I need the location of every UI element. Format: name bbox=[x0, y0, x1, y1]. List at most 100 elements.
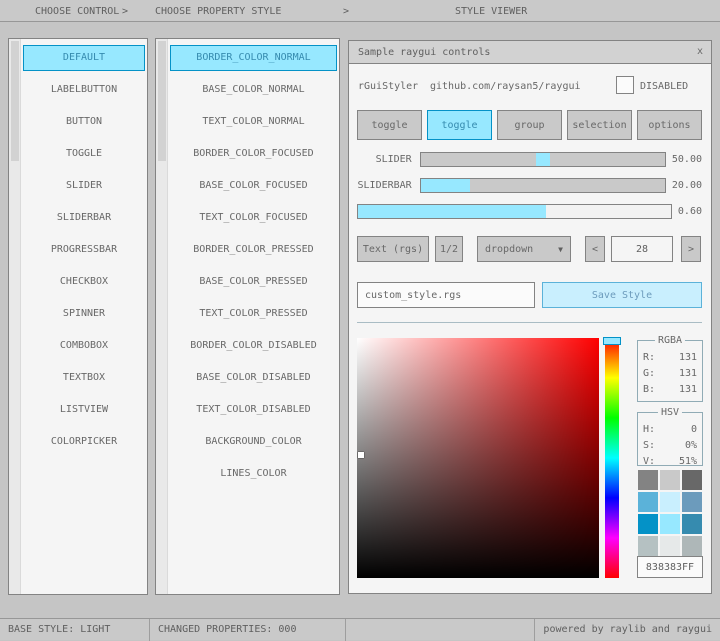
hue-handle[interactable] bbox=[603, 337, 621, 345]
sliderbar-track[interactable] bbox=[420, 178, 666, 193]
slider-track[interactable] bbox=[420, 152, 666, 167]
swatch-border-focused[interactable] bbox=[638, 492, 658, 512]
toggle-button-5[interactable]: options bbox=[637, 110, 702, 140]
sliderbar-value: 20.00 bbox=[672, 180, 702, 191]
swatch-border-pressed[interactable] bbox=[638, 514, 658, 534]
swatch-text-focused[interactable] bbox=[682, 492, 702, 512]
list-item-toggle[interactable]: TOGGLE bbox=[23, 141, 145, 167]
swatch-text-normal[interactable] bbox=[682, 470, 702, 490]
repo-link[interactable]: github.com/raysan5/raygui bbox=[430, 81, 581, 92]
rgba-groupbox: RGBA R: 131 G: 131 B: 131 bbox=[637, 340, 703, 402]
list-item-text-color-pressed[interactable]: TEXT_COLOR_PRESSED bbox=[170, 301, 337, 327]
list-item-progressbar[interactable]: PROGRESSBAR bbox=[23, 237, 145, 263]
h-label: H: bbox=[643, 422, 655, 438]
status-changed-properties: CHANGED PROPERTIES: 000 bbox=[150, 619, 346, 641]
disabled-checkbox[interactable] bbox=[616, 76, 634, 94]
status-powered-by: powered by raylib and raygui bbox=[534, 619, 720, 641]
swatch-border-disabled[interactable] bbox=[638, 536, 658, 556]
window-content: rGuiStyler github.com/raysan5/raygui DIS… bbox=[349, 64, 711, 593]
slider-row: SLIDER 50.00 bbox=[357, 152, 702, 167]
hex-color-value-box[interactable]: 838383FF bbox=[637, 556, 703, 578]
spinner-decrement-button[interactable]: < bbox=[585, 236, 605, 262]
style-viewer-window: Sample raygui controls x rGuiStyler gith… bbox=[348, 40, 712, 594]
list-item-base-color-pressed[interactable]: BASE_COLOR_PRESSED bbox=[170, 269, 337, 295]
swatch-base-focused[interactable] bbox=[660, 492, 680, 512]
s-value: 0% bbox=[685, 438, 697, 454]
window-titlebar[interactable]: Sample raygui controls x bbox=[349, 41, 711, 64]
toggle-button-4[interactable]: selection bbox=[567, 110, 632, 140]
swatch-base-pressed[interactable] bbox=[660, 514, 680, 534]
hue-bar[interactable] bbox=[605, 338, 619, 578]
list-item-default[interactable]: DEFAULT bbox=[23, 45, 145, 71]
breadcrumb-choose-control: CHOOSE CONTROL bbox=[35, 6, 119, 17]
list-item-border-color-pressed[interactable]: BORDER_COLOR_PRESSED bbox=[170, 237, 337, 263]
scrollbar-thumb[interactable] bbox=[11, 41, 19, 161]
list-item-combobox[interactable]: COMBOBOX bbox=[23, 333, 145, 359]
list-item-slider[interactable]: SLIDER bbox=[23, 173, 145, 199]
progressbar-value: 0.60 bbox=[678, 206, 702, 217]
h-value: 0 bbox=[691, 422, 697, 438]
list-item-border-color-normal[interactable]: BORDER_COLOR_NORMAL bbox=[170, 45, 337, 71]
list-item-border-color-disabled[interactable]: BORDER_COLOR_DISABLED bbox=[170, 333, 337, 359]
toggle-button-1[interactable]: toggle bbox=[357, 110, 422, 140]
v-value: 51% bbox=[679, 454, 697, 470]
swatch-text-disabled[interactable] bbox=[682, 536, 702, 556]
hsv-row-h: H: 0 bbox=[643, 422, 697, 438]
slider-label: SLIDER bbox=[357, 154, 420, 165]
toggle-button-3[interactable]: group bbox=[497, 110, 562, 140]
toggle-button-2[interactable]: toggle bbox=[427, 110, 492, 140]
b-label: B: bbox=[643, 382, 655, 398]
scrollbar-thumb[interactable] bbox=[158, 41, 166, 161]
list-item-button[interactable]: BUTTON bbox=[23, 109, 145, 135]
list-item-base-color-focused[interactable]: BASE_COLOR_FOCUSED bbox=[170, 173, 337, 199]
list-item-spinner[interactable]: SPINNER bbox=[23, 301, 145, 327]
swatch-base-disabled[interactable] bbox=[660, 536, 680, 556]
list-item-text-color-normal[interactable]: TEXT_COLOR_NORMAL bbox=[170, 109, 337, 135]
controls-list: DEFAULT LABELBUTTON BUTTON TOGGLE SLIDER… bbox=[23, 45, 145, 461]
properties-list-scrollbar[interactable] bbox=[156, 39, 168, 594]
swatch-base-normal[interactable] bbox=[660, 470, 680, 490]
filename-input[interactable] bbox=[357, 282, 535, 308]
text-rgs-button[interactable]: Text (rgs) bbox=[357, 236, 429, 262]
properties-list-panel: BORDER_COLOR_NORMAL BASE_COLOR_NORMAL TE… bbox=[155, 38, 340, 595]
controls-list-panel: DEFAULT LABELBUTTON BUTTON TOGGLE SLIDER… bbox=[8, 38, 148, 595]
controls-list-scrollbar[interactable] bbox=[9, 39, 21, 594]
list-item-sliderbar[interactable]: SLIDERBAR bbox=[23, 205, 145, 231]
hsv-row-s: S: 0% bbox=[643, 438, 697, 454]
chevron-down-icon: ▼ bbox=[558, 245, 563, 254]
file-row: Save Style bbox=[357, 282, 702, 308]
list-item-listview[interactable]: LISTVIEW bbox=[23, 397, 145, 423]
dropdown-select[interactable]: dropdown ▼ bbox=[477, 236, 571, 262]
spinner-increment-button[interactable]: > bbox=[681, 236, 701, 262]
color-saturation-value-panel[interactable] bbox=[357, 338, 599, 578]
list-item-labelbutton[interactable]: LABELBUTTON bbox=[23, 77, 145, 103]
list-item-base-color-disabled[interactable]: BASE_COLOR_DISABLED bbox=[170, 365, 337, 391]
list-item-base-color-normal[interactable]: BASE_COLOR_NORMAL bbox=[170, 77, 337, 103]
save-style-button[interactable]: Save Style bbox=[542, 282, 702, 308]
list-item-lines-color[interactable]: LINES_COLOR bbox=[170, 461, 337, 487]
hsv-title: HSV bbox=[658, 407, 682, 418]
color-cursor[interactable] bbox=[358, 452, 364, 458]
rgba-row-g: G: 131 bbox=[643, 366, 697, 382]
rgba-row-r: R: 131 bbox=[643, 350, 697, 366]
slider-handle[interactable] bbox=[536, 153, 550, 166]
disabled-label: DISABLED bbox=[640, 81, 688, 92]
close-icon[interactable]: x bbox=[691, 43, 709, 61]
list-item-text-color-focused[interactable]: TEXT_COLOR_FOCUSED bbox=[170, 205, 337, 231]
list-item-checkbox[interactable]: CHECKBOX bbox=[23, 269, 145, 295]
hsv-row-v: V: 51% bbox=[643, 454, 697, 470]
b-value: 131 bbox=[679, 382, 697, 398]
half-button[interactable]: 1/2 bbox=[435, 236, 463, 262]
spinner-value-box[interactable]: 28 bbox=[611, 236, 673, 262]
swatch-text-pressed[interactable] bbox=[682, 514, 702, 534]
list-item-text-color-disabled[interactable]: TEXT_COLOR_DISABLED bbox=[170, 397, 337, 423]
list-item-textbox[interactable]: TEXTBOX bbox=[23, 365, 145, 391]
swatch-border-normal[interactable] bbox=[638, 470, 658, 490]
sliderbar-row: SLIDERBAR 20.00 bbox=[357, 178, 702, 193]
chevron-right-icon: > bbox=[122, 6, 128, 17]
list-item-border-color-focused[interactable]: BORDER_COLOR_FOCUSED bbox=[170, 141, 337, 167]
list-item-background-color[interactable]: BACKGROUND_COLOR bbox=[170, 429, 337, 455]
g-value: 131 bbox=[679, 366, 697, 382]
breadcrumb-choose-property: CHOOSE PROPERTY STYLE bbox=[155, 6, 281, 17]
list-item-colorpicker[interactable]: COLORPICKER bbox=[23, 429, 145, 455]
